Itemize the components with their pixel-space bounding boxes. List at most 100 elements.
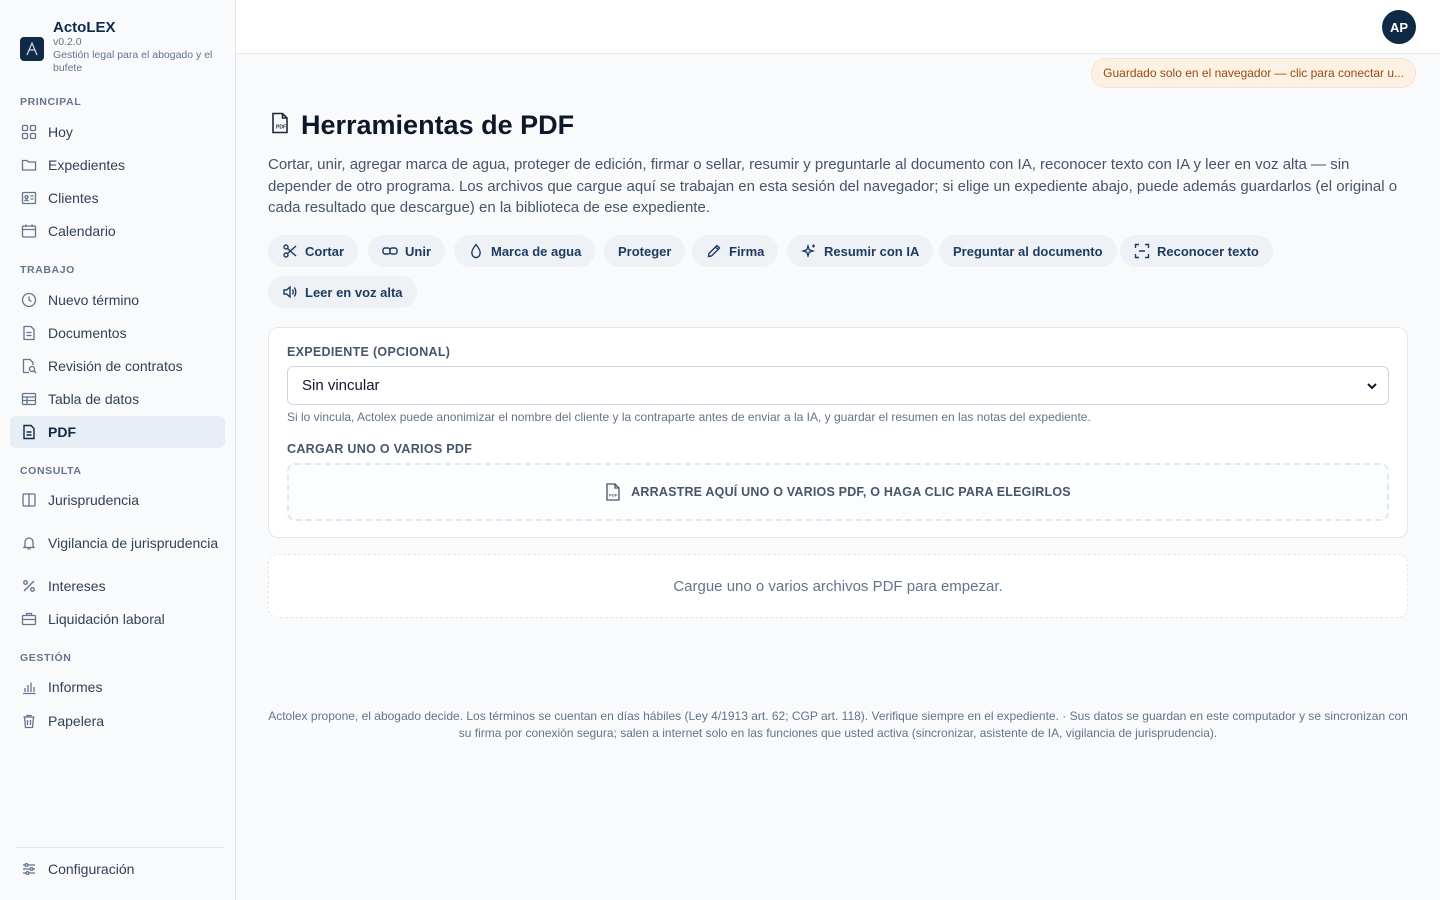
tool-resumir-ia-button[interactable]: Resumir con IA <box>787 235 934 267</box>
sidebar-item-label: Revisión de contratos <box>48 358 183 374</box>
calendar-icon <box>20 222 38 240</box>
sidebar-item-hoy[interactable]: Hoy <box>10 116 225 148</box>
sidebar-item-intereses[interactable]: Intereses <box>10 570 225 602</box>
speaker-icon <box>282 284 298 300</box>
sidebar-item-revision-contratos[interactable]: Revisión de contratos <box>10 350 225 382</box>
tool-label: Cortar <box>305 243 345 259</box>
tool-reconocer-texto-button[interactable]: Reconocer texto <box>1120 235 1273 267</box>
pdf-file-icon <box>20 423 38 441</box>
tool-label: Leer en voz alta <box>305 284 403 300</box>
sidebar-item-jurisprudencia[interactable]: Jurisprudencia <box>10 484 225 516</box>
tool-label: Proteger <box>618 243 672 259</box>
section-label-gestion: GESTIÓN <box>20 652 72 664</box>
chevron-down-icon <box>1366 379 1378 396</box>
pdf-dropzone[interactable]: PDF ARRASTRE AQUÍ UNO O VARIOS PDF, O HA… <box>287 463 1389 521</box>
tool-label: Marca de agua <box>491 243 582 259</box>
id-card-icon <box>20 189 38 207</box>
scissors-icon <box>282 243 298 259</box>
pdf-file-icon: PDF <box>605 483 621 501</box>
sidebar-item-tabla-datos[interactable]: Tabla de datos <box>10 383 225 415</box>
pdf-file-icon: PDF <box>270 112 290 139</box>
grid-icon <box>20 123 38 141</box>
expediente-label: EXPEDIENTE (OPCIONAL) <box>287 345 451 359</box>
sidebar-item-label: PDF <box>48 424 76 440</box>
tool-marca-agua-button[interactable]: Marca de agua <box>454 235 596 267</box>
expediente-select-value: Sin vincular <box>302 377 380 394</box>
sidebar-item-pdf[interactable]: PDF <box>10 416 225 448</box>
empty-state: Cargue uno o varios archivos PDF para em… <box>268 554 1408 618</box>
save-status-badge[interactable]: Guardado solo en el navegador — clic par… <box>1091 58 1416 88</box>
sidebar-item-configuracion[interactable]: Configuración <box>10 853 225 885</box>
tool-unir-button[interactable]: Unir <box>368 235 445 267</box>
tool-cortar-button[interactable]: Cortar <box>268 235 359 267</box>
sidebar-item-label: Informes <box>48 679 103 695</box>
brand[interactable]: ActoLEX v0.2.0 Gestión legal para el abo… <box>20 19 220 79</box>
bar-chart-icon <box>20 678 38 696</box>
tool-label: Unir <box>405 243 431 259</box>
brand-tagline: Gestión legal para el abogado y el bufet… <box>53 49 213 74</box>
brand-name: ActoLEX <box>53 19 116 36</box>
sparkles-icon <box>801 243 817 259</box>
pen-icon <box>706 243 722 259</box>
sidebar: ActoLEX v0.2.0 Gestión legal para el abo… <box>0 0 236 900</box>
sidebar-item-clientes[interactable]: Clientes <box>10 182 225 214</box>
page-description: Cortar, unir, agregar marca de agua, pro… <box>268 156 1398 216</box>
droplet-icon <box>468 243 484 259</box>
sidebar-item-papelera[interactable]: Papelera <box>10 705 225 737</box>
sidebar-item-calendario[interactable]: Calendario <box>10 215 225 247</box>
sidebar-item-label: Intereses <box>48 578 106 594</box>
clock-icon <box>20 291 38 309</box>
sidebar-item-informes[interactable]: Informes <box>10 671 225 703</box>
sidebar-item-label: Clientes <box>48 190 99 206</box>
sidebar-item-label: Documentos <box>48 325 127 341</box>
document-icon <box>20 324 38 342</box>
user-avatar[interactable]: AP <box>1382 10 1416 44</box>
tool-label: Preguntar al documento <box>953 243 1103 259</box>
section-label-principal: PRINCIPAL <box>20 96 82 108</box>
actolex-logo-icon <box>20 37 44 61</box>
svg-text:PDF: PDF <box>609 493 618 498</box>
sidebar-item-expedientes[interactable]: Expedientes <box>10 149 225 181</box>
footer-disclaimer: Actolex propone, el abogado decide. Los … <box>236 708 1440 742</box>
sidebar-item-label: Configuración <box>48 861 135 877</box>
sidebar-item-documentos[interactable]: Documentos <box>10 317 225 349</box>
top-bar: AP <box>236 0 1440 54</box>
brand-version: v0.2.0 <box>53 36 82 48</box>
tool-label: Resumir con IA <box>824 243 920 259</box>
sidebar-item-label: Liquidación laboral <box>48 611 165 627</box>
tool-leer-voz-alta-button[interactable]: Leer en voz alta <box>268 276 417 308</box>
folder-icon <box>20 156 38 174</box>
sidebar-item-liquidacion[interactable]: Liquidación laboral <box>10 603 225 635</box>
tool-preguntar-button[interactable]: Preguntar al documento <box>939 235 1117 267</box>
section-label-trabajo: TRABAJO <box>20 264 75 276</box>
sidebar-item-label: Papelera <box>48 713 105 729</box>
upload-label: CARGAR UNO O VARIOS PDF <box>287 442 473 456</box>
sidebar-divider <box>16 847 224 848</box>
dropzone-text: ARRASTRE AQUÍ UNO O VARIOS PDF, O HAGA C… <box>631 485 1071 499</box>
document-search-icon <box>20 357 38 375</box>
bell-icon <box>20 534 38 552</box>
expediente-select[interactable]: Sin vincular <box>287 366 1389 405</box>
svg-text:PDF: PDF <box>276 125 286 131</box>
trash-icon <box>20 712 38 730</box>
tool-proteger-button[interactable]: Proteger <box>604 235 686 267</box>
sidebar-item-label: Vigilancia de jurisprudencia <box>48 534 219 551</box>
sidebar-item-label: Tabla de datos <box>48 391 140 407</box>
page-header: PDF Herramientas de PDF <box>270 110 574 141</box>
sidebar-item-nuevo-termino[interactable]: Nuevo término <box>10 284 225 316</box>
section-label-consulta: CONSULTA <box>20 465 82 477</box>
footer-line-1: Actolex propone, el abogado decide. Los … <box>268 709 1408 723</box>
main-content: Guardado solo en el navegador — clic par… <box>236 54 1440 900</box>
tool-firma-button[interactable]: Firma <box>692 235 779 267</box>
scan-text-icon <box>1134 243 1150 259</box>
percent-icon <box>20 577 38 595</box>
pdf-upload-card: EXPEDIENTE (OPCIONAL) Sin vincular Si lo… <box>268 327 1408 538</box>
sliders-icon <box>20 860 38 878</box>
tool-label: Firma <box>729 243 765 259</box>
briefcase-icon <box>20 610 38 628</box>
sidebar-item-vigilancia[interactable]: Vigilancia de jurisprudencia <box>10 522 225 564</box>
tool-label: Reconocer texto <box>1157 243 1259 259</box>
footer-line-2: su firma por conexión segura; salen a in… <box>458 726 1218 740</box>
book-icon <box>20 491 38 509</box>
sidebar-item-label: Nuevo término <box>48 292 140 308</box>
